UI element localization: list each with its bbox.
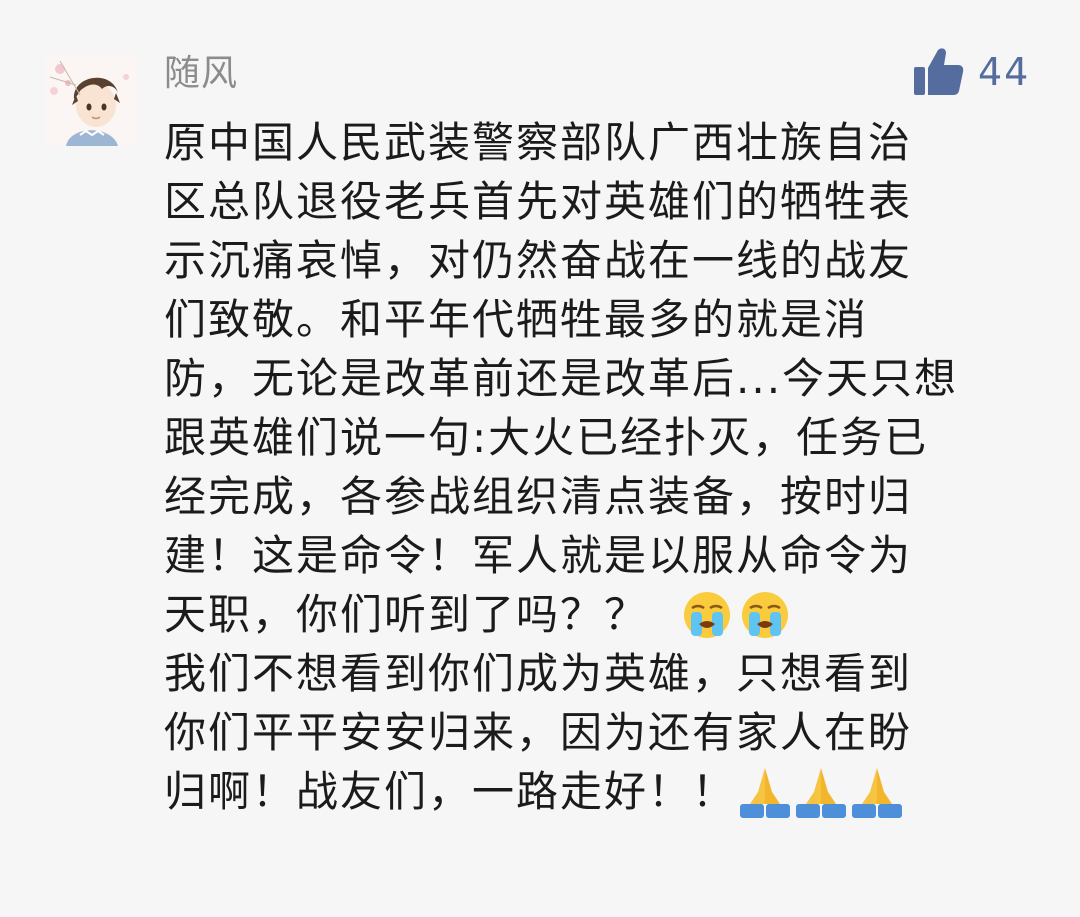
- folded-hands-icon: [740, 767, 791, 818]
- comment-line: 建！这是命令！军人就是以服从命令为: [164, 531, 913, 580]
- comment-body: 原中国人民武装警察部队广西壮族自治 区总队退役老兵首先对英雄们的牺牲表 示沉痛哀…: [164, 113, 1044, 821]
- like-count: 44: [978, 50, 1031, 94]
- folded-hands-icon: [796, 767, 847, 818]
- comment-line: 天职，你们听到了吗？？: [164, 585, 1044, 644]
- thumbs-up-icon: [914, 48, 964, 95]
- comment-line: 跟英雄们说一句:大火已经扑灭，任务已: [164, 413, 929, 462]
- comment-line: 们致敬。和平年代牺牲最多的就是消: [164, 295, 869, 344]
- folded-hands-icon: [852, 767, 903, 818]
- loudly-crying-face-icon: [684, 591, 731, 638]
- loudly-crying-face-icon: [742, 591, 789, 638]
- like-button[interactable]: 44: [912, 44, 1030, 100]
- comment-line: 经完成，各参战组织清点装备，按时归: [164, 472, 913, 521]
- username[interactable]: 随风: [164, 46, 238, 102]
- comment-line: 示沉痛哀悼，对仍然奋战在一线的战友: [164, 236, 913, 285]
- comment-line: 防，无论是改革前还是改革后...今天只想: [164, 354, 959, 403]
- comment-line: 你们平平安安归来，因为还有家人在盼: [164, 708, 913, 757]
- comment-line: 原中国人民武装警察部队广西壮族自治: [164, 118, 913, 167]
- comment-line: 我们不想看到你们成为英雄，只想看到: [164, 649, 913, 698]
- comment-line: 区总队退役老兵首先对英雄们的牺牲表: [164, 177, 913, 226]
- comment-item: 随风 44 原中国人民武装警察部队广西壮族自治 区总队退役老兵首先对英雄们的牺牲…: [0, 0, 1080, 917]
- comment-line: 归啊！战友们，一路走好！！: [164, 762, 1044, 821]
- avatar[interactable]: [46, 55, 137, 146]
